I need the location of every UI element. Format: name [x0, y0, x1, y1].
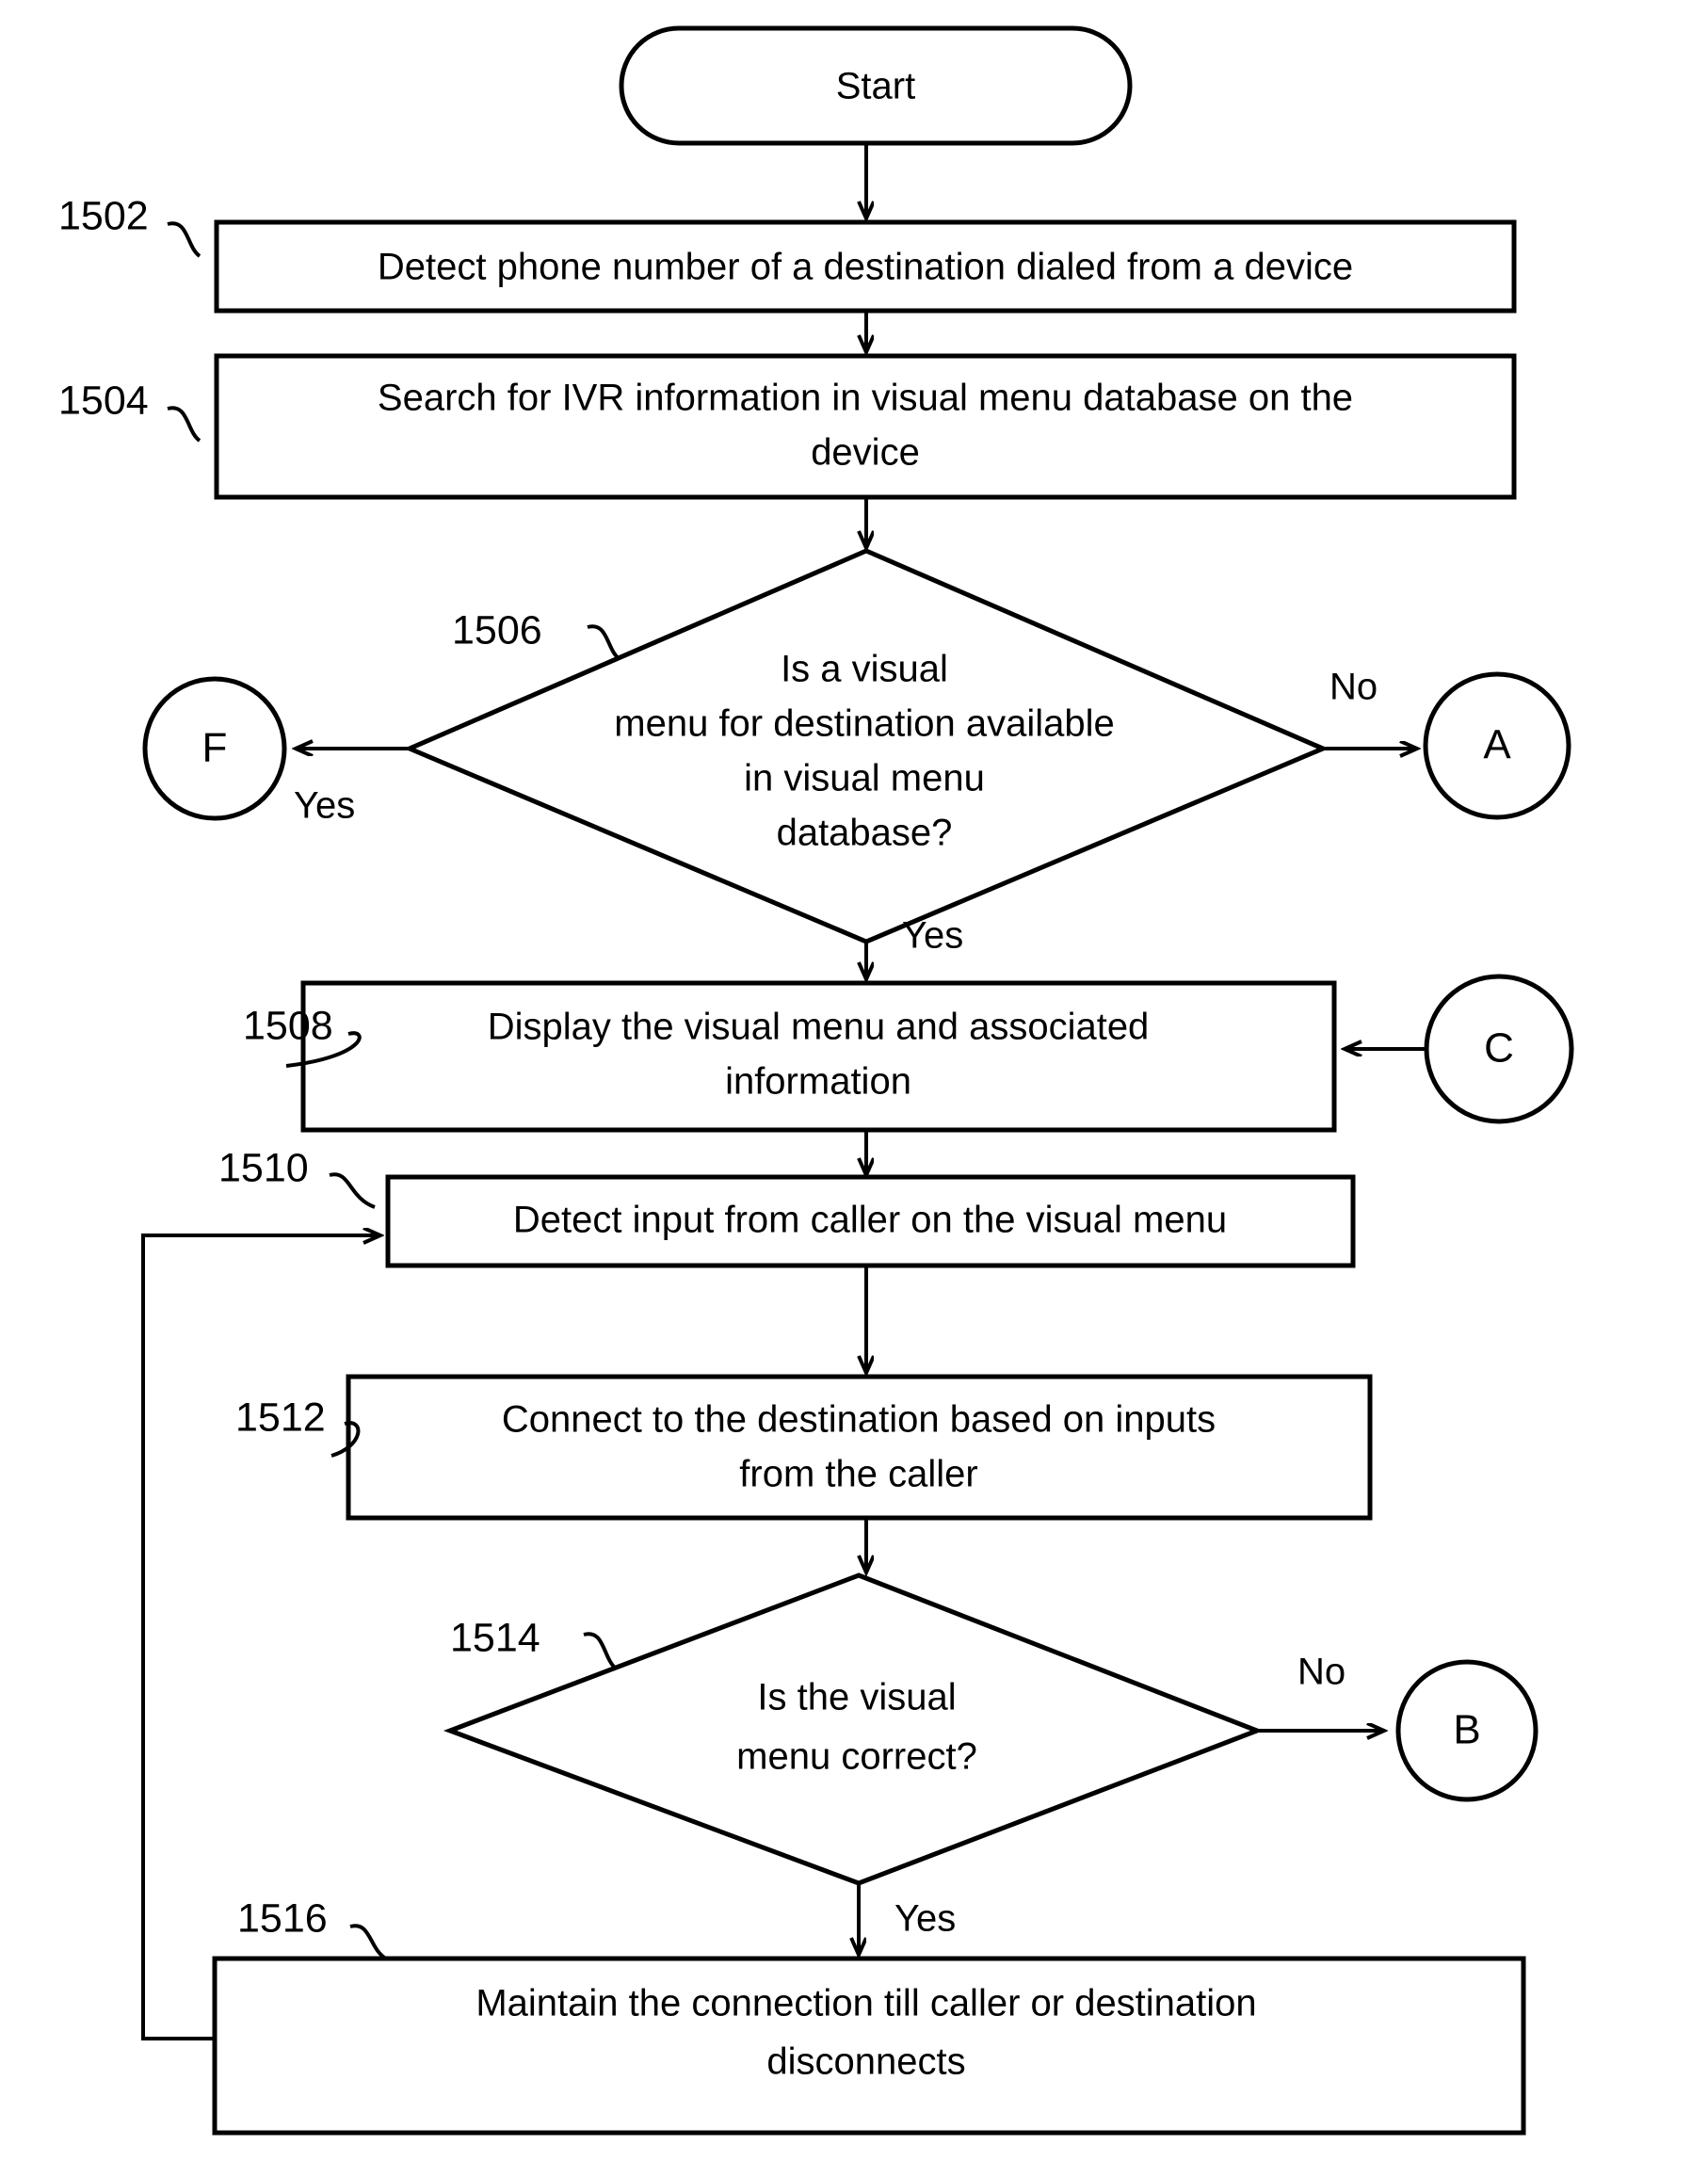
ref-1502: 1502	[58, 193, 149, 238]
connector-F: F	[142, 676, 287, 821]
diamond-1506-line2: menu for destination available	[614, 703, 1114, 745]
flowchart-figure: Start Detect phone number of a destinati…	[0, 0, 1708, 2161]
edge-label-1514-yes-down: Yes	[894, 1898, 956, 1940]
box-1510-label: Detect input from caller on the visual m…	[513, 1200, 1227, 1241]
connector-C: C	[1424, 974, 1574, 1124]
node-1508: Display the visual menu and associated i…	[300, 980, 1337, 1133]
box-1508-line2: information	[725, 1061, 911, 1103]
connector-B: B	[1395, 1659, 1539, 1802]
ref-1504: 1504	[58, 378, 149, 423]
start-label: Start	[836, 66, 915, 107]
node-1516: Maintain the connection till caller or d…	[212, 1956, 1526, 2136]
leader-1514	[583, 1632, 618, 1670]
node-1512: Connect to the destination based on inpu…	[346, 1374, 1373, 1521]
box-1502-label: Detect phone number of a destination dia…	[378, 247, 1353, 288]
edge-label-1506-yes-down: Yes	[902, 915, 963, 957]
node-1514: Is the visual menu correct?	[443, 1572, 1264, 1886]
connector-A-label: A	[1483, 722, 1511, 768]
ref-1510: 1510	[218, 1145, 309, 1190]
diamond-1514-shape	[443, 1572, 1264, 1886]
box-1508-line1: Display the visual menu and associated	[488, 1007, 1150, 1048]
edge-label-1506-no-right: No	[1329, 667, 1378, 708]
diamond-1514-line2: menu correct?	[736, 1736, 977, 1778]
node-1506: Is a visual menu for destination availab…	[403, 548, 1329, 944]
ref-1516: 1516	[237, 1895, 328, 1941]
box-1512-line2: from the caller	[739, 1454, 977, 1495]
node-1502: Detect phone number of a destination dia…	[214, 219, 1517, 314]
connector-C-label: C	[1484, 1025, 1514, 1072]
ref-1514: 1514	[450, 1615, 540, 1660]
node-1510: Detect input from caller on the visual m…	[385, 1174, 1356, 1268]
leader-1510	[329, 1172, 376, 1209]
box-1516-line2: disconnects	[766, 2041, 965, 2083]
node-1504: Search for IVR information in visual men…	[214, 353, 1517, 500]
box-1516-line1: Maintain the connection till caller or d…	[475, 1983, 1256, 2024]
leader-1502	[167, 221, 201, 258]
ref-1508: 1508	[243, 1003, 333, 1048]
connector-A: A	[1423, 671, 1571, 820]
connector-B-label: B	[1453, 1707, 1480, 1753]
diamond-1506-line4: database?	[777, 813, 953, 854]
flowchart-canvas: Start Detect phone number of a destinati…	[58, 25, 1574, 2136]
box-1512-line1: Connect to the destination based on inpu…	[502, 1399, 1216, 1441]
ref-1512: 1512	[235, 1395, 326, 1440]
ref-1506: 1506	[452, 607, 542, 653]
diamond-1506-line1: Is a visual	[781, 649, 948, 690]
edge-label-1506-yes-left: Yes	[294, 785, 355, 827]
connector-F-label: F	[202, 725, 228, 771]
diamond-1514-line1: Is the visual	[757, 1677, 956, 1718]
diamond-1506-shape	[403, 548, 1329, 944]
box-1512-shape	[346, 1374, 1373, 1521]
box-1504-line2: device	[811, 432, 920, 474]
leader-1506	[587, 624, 621, 661]
diamond-1506-line3: in visual menu	[744, 758, 985, 799]
leader-1516	[349, 1924, 388, 1960]
box-1508-shape	[300, 980, 1337, 1133]
node-start: Start	[619, 25, 1133, 146]
box-1504-line1: Search for IVR information in visual men…	[378, 378, 1353, 419]
leader-1504	[167, 406, 201, 443]
edge-label-1514-no-right: No	[1297, 1652, 1345, 1693]
